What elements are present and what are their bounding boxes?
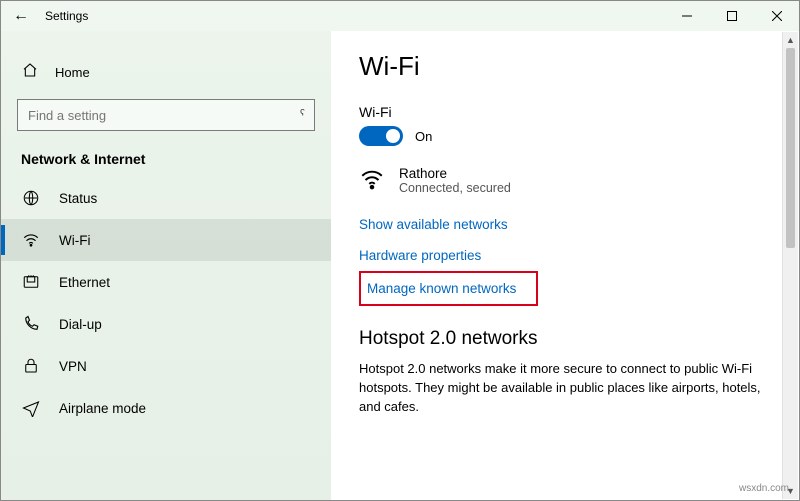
dialup-icon	[21, 315, 41, 333]
page-title: Wi-Fi	[359, 51, 771, 82]
sidebar-item-label: Ethernet	[59, 275, 110, 290]
connection-status: Connected, secured	[399, 181, 511, 195]
scroll-up-arrow[interactable]: ▲	[783, 32, 798, 48]
window-controls	[664, 1, 799, 31]
sidebar-item-label: Status	[59, 191, 97, 206]
vertical-scrollbar[interactable]: ▲ ▼	[782, 32, 798, 499]
hotspot-description: Hotspot 2.0 networks make it more secure…	[359, 360, 771, 417]
maximize-button[interactable]	[709, 1, 754, 31]
scroll-thumb[interactable]	[786, 48, 795, 248]
sidebar-item-label: Airplane mode	[59, 401, 146, 416]
connection-name: Rathore	[399, 166, 511, 181]
sidebar-home[interactable]: Home	[1, 53, 331, 91]
ethernet-icon	[21, 273, 41, 291]
sidebar-item-vpn[interactable]: VPN	[1, 345, 331, 387]
wifi-toggle-label: Wi-Fi	[359, 104, 771, 120]
sidebar-item-dialup[interactable]: Dial-up	[1, 303, 331, 345]
wifi-toggle-row: On	[359, 126, 771, 146]
sidebar-item-status[interactable]: Status	[1, 177, 331, 219]
window-title: Settings	[41, 9, 664, 23]
window-body: Home ˁ Network & Internet Status Wi-Fi	[1, 31, 799, 500]
sidebar-section-header: Network & Internet	[1, 131, 331, 177]
sidebar-item-airplane[interactable]: Airplane mode	[1, 387, 331, 429]
sidebar-item-label: VPN	[59, 359, 87, 374]
toggle-knob	[386, 129, 400, 143]
sidebar-nav: Status Wi-Fi Ethernet Dial-up VPN	[1, 177, 331, 429]
minimize-button[interactable]	[664, 1, 709, 31]
sidebar: Home ˁ Network & Internet Status Wi-Fi	[1, 31, 331, 500]
status-icon	[21, 189, 41, 207]
wifi-signal-icon	[359, 166, 385, 195]
link-manage-known-networks[interactable]: Manage known networks	[359, 271, 538, 306]
search-wrapper: ˁ	[17, 99, 315, 131]
home-icon	[21, 62, 39, 82]
title-bar: ← Settings	[1, 1, 799, 31]
current-connection[interactable]: Rathore Connected, secured	[359, 166, 771, 195]
close-button[interactable]	[754, 1, 799, 31]
sidebar-home-label: Home	[55, 65, 90, 80]
settings-window: ← Settings Home ˁ Network & Internet	[0, 0, 800, 501]
sidebar-item-label: Dial-up	[59, 317, 102, 332]
wifi-toggle-state: On	[415, 129, 432, 144]
connection-text: Rathore Connected, secured	[399, 166, 511, 195]
watermark: wsxdn.com	[739, 483, 789, 494]
airplane-icon	[21, 399, 41, 417]
search-icon: ˁ	[300, 106, 305, 122]
content-pane: Wi-Fi Wi-Fi On Rathore Connected, secure…	[331, 31, 799, 500]
wifi-toggle[interactable]	[359, 126, 403, 146]
hotspot-heading: Hotspot 2.0 networks	[359, 328, 771, 350]
search-input[interactable]	[17, 99, 315, 131]
vpn-icon	[21, 357, 41, 375]
wifi-icon	[21, 231, 41, 249]
link-hardware-properties[interactable]: Hardware properties	[359, 240, 481, 271]
link-show-available-networks[interactable]: Show available networks	[359, 209, 508, 240]
sidebar-item-ethernet[interactable]: Ethernet	[1, 261, 331, 303]
sidebar-item-wifi[interactable]: Wi-Fi	[1, 219, 331, 261]
sidebar-item-label: Wi-Fi	[59, 233, 90, 248]
back-button[interactable]: ←	[1, 7, 41, 25]
wifi-links: Show available networks Hardware propert…	[359, 209, 771, 306]
